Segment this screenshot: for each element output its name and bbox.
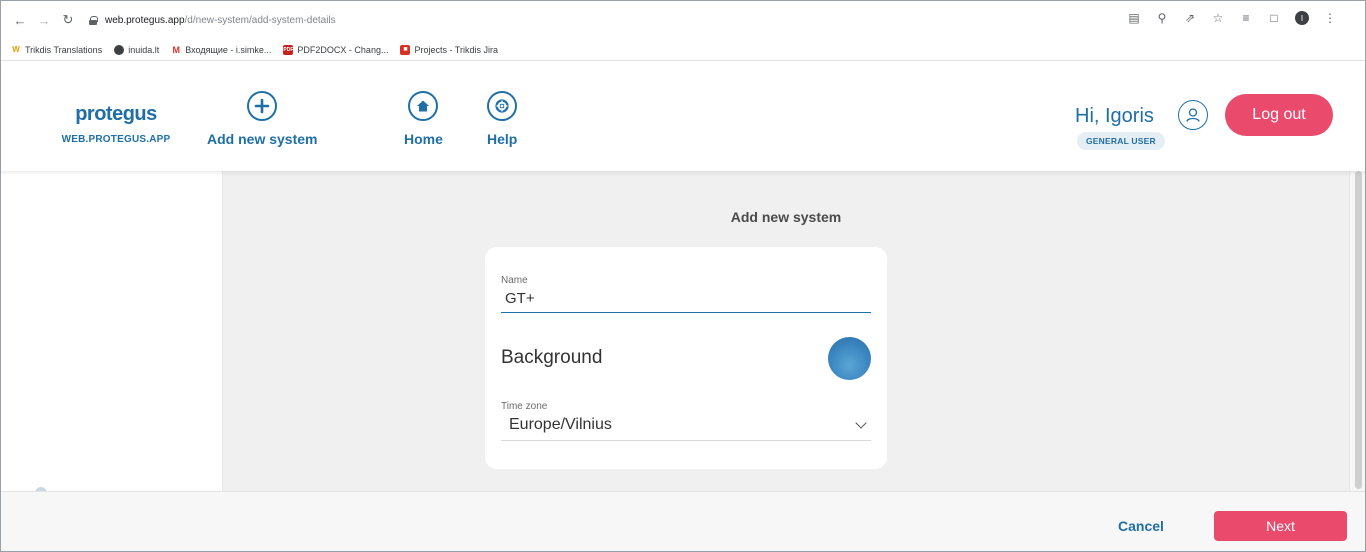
logo-text: protegus xyxy=(75,103,157,125)
user-greeting: Hi, Igoris xyxy=(1075,105,1154,127)
nav-label: Add new system xyxy=(207,131,318,147)
timezone-select[interactable]: Time zone Europe/Vilnius xyxy=(501,401,871,441)
pdf-icon: PDF xyxy=(283,44,294,55)
role-badge: GENERAL USER xyxy=(1077,132,1165,150)
side-panel-icon[interactable]: □ xyxy=(1267,11,1281,25)
reading-list-icon[interactable]: ≡ xyxy=(1239,11,1253,25)
page-title: Add new system xyxy=(730,209,842,225)
browser-actions: ▤ ⚲ ⇗ ☆ ≡ □ I ⋮ xyxy=(1127,11,1337,25)
nav-home[interactable]: Home xyxy=(404,91,443,147)
logo-subtitle: WEB.PROTEGUS.APP xyxy=(61,134,171,145)
lock-icon xyxy=(89,15,98,25)
profile-avatar-icon[interactable]: I xyxy=(1295,11,1309,25)
add-system-form-card: Name GT+ Background Time zone Europe/Vil… xyxy=(485,247,887,469)
plus-circle-icon xyxy=(247,91,278,121)
nav-add-new-system[interactable]: Add new system xyxy=(207,91,317,147)
user-profile-icon[interactable] xyxy=(1178,100,1208,130)
jira-icon: ■ xyxy=(400,44,411,55)
kebab-menu-icon[interactable]: ⋮ xyxy=(1323,11,1337,25)
name-field[interactable]: Name GT+ xyxy=(501,275,871,313)
cancel-button[interactable]: Cancel xyxy=(1096,512,1186,540)
form-footer: Cancel Next xyxy=(1,491,1365,551)
logout-button[interactable]: Log out xyxy=(1225,94,1333,136)
main-content: Add new system Name GT+ Background Time … xyxy=(223,171,1349,491)
bookmark-item[interactable]: W Trikdis Translations xyxy=(11,44,102,55)
bookmark-item[interactable]: inuida.lt xyxy=(114,44,159,55)
url-path: /d/new-system/add-system-details xyxy=(184,14,336,26)
bookmark-item[interactable]: M Входящие - i.simke... xyxy=(171,44,271,55)
sidebar xyxy=(1,171,223,493)
bookmark-star-icon[interactable]: ☆ xyxy=(1211,11,1225,25)
translate-icon[interactable]: ▤ xyxy=(1127,11,1141,25)
timezone-label: Time zone xyxy=(501,401,548,412)
protegus-logo[interactable]: protegus WEB.PROTEGUS.APP xyxy=(61,103,171,145)
bookmarks-bar: W Trikdis Translations inuida.lt M Входя… xyxy=(1,39,1365,61)
name-input[interactable]: GT+ xyxy=(501,290,871,307)
forward-arrow-icon[interactable]: → xyxy=(35,11,53,29)
gmail-icon: M xyxy=(171,44,182,55)
browser-toolbar: ← → ↻ web.protegus.app/d/new-system/add-… xyxy=(1,1,1365,39)
address-bar[interactable]: web.protegus.app/d/new-system/add-system… xyxy=(89,9,336,31)
home-icon xyxy=(408,91,439,121)
next-button[interactable]: Next xyxy=(1214,511,1347,541)
background-color-picker[interactable] xyxy=(828,337,871,380)
share-icon[interactable]: ⇗ xyxy=(1183,11,1197,25)
nav-label: Home xyxy=(404,131,443,147)
url-host: web.protegus.app xyxy=(105,14,185,26)
reload-icon[interactable]: ↻ xyxy=(59,11,77,29)
page-scrollbar[interactable] xyxy=(1349,171,1365,491)
nav-label: Help xyxy=(487,131,518,147)
name-label: Name xyxy=(501,275,528,286)
zoom-icon[interactable]: ⚲ xyxy=(1155,11,1169,25)
help-lifebuoy-icon xyxy=(487,91,518,121)
app-header: protegus WEB.PROTEGUS.APP Add new system… xyxy=(1,61,1365,171)
nav-help[interactable]: Help xyxy=(487,91,517,147)
bookmark-item[interactable]: ■ Projects - Trikdis Jira xyxy=(400,44,498,55)
wz-icon: W xyxy=(11,44,21,55)
scrollbar-thumb[interactable] xyxy=(1355,171,1362,489)
back-arrow-icon[interactable]: ← xyxy=(11,11,29,29)
bookmark-item[interactable]: PDF PDF2DOCX - Chang... xyxy=(283,44,388,55)
background-label: Background xyxy=(501,347,603,368)
globe-icon xyxy=(114,44,125,55)
timezone-value: Europe/Vilnius xyxy=(509,416,612,433)
